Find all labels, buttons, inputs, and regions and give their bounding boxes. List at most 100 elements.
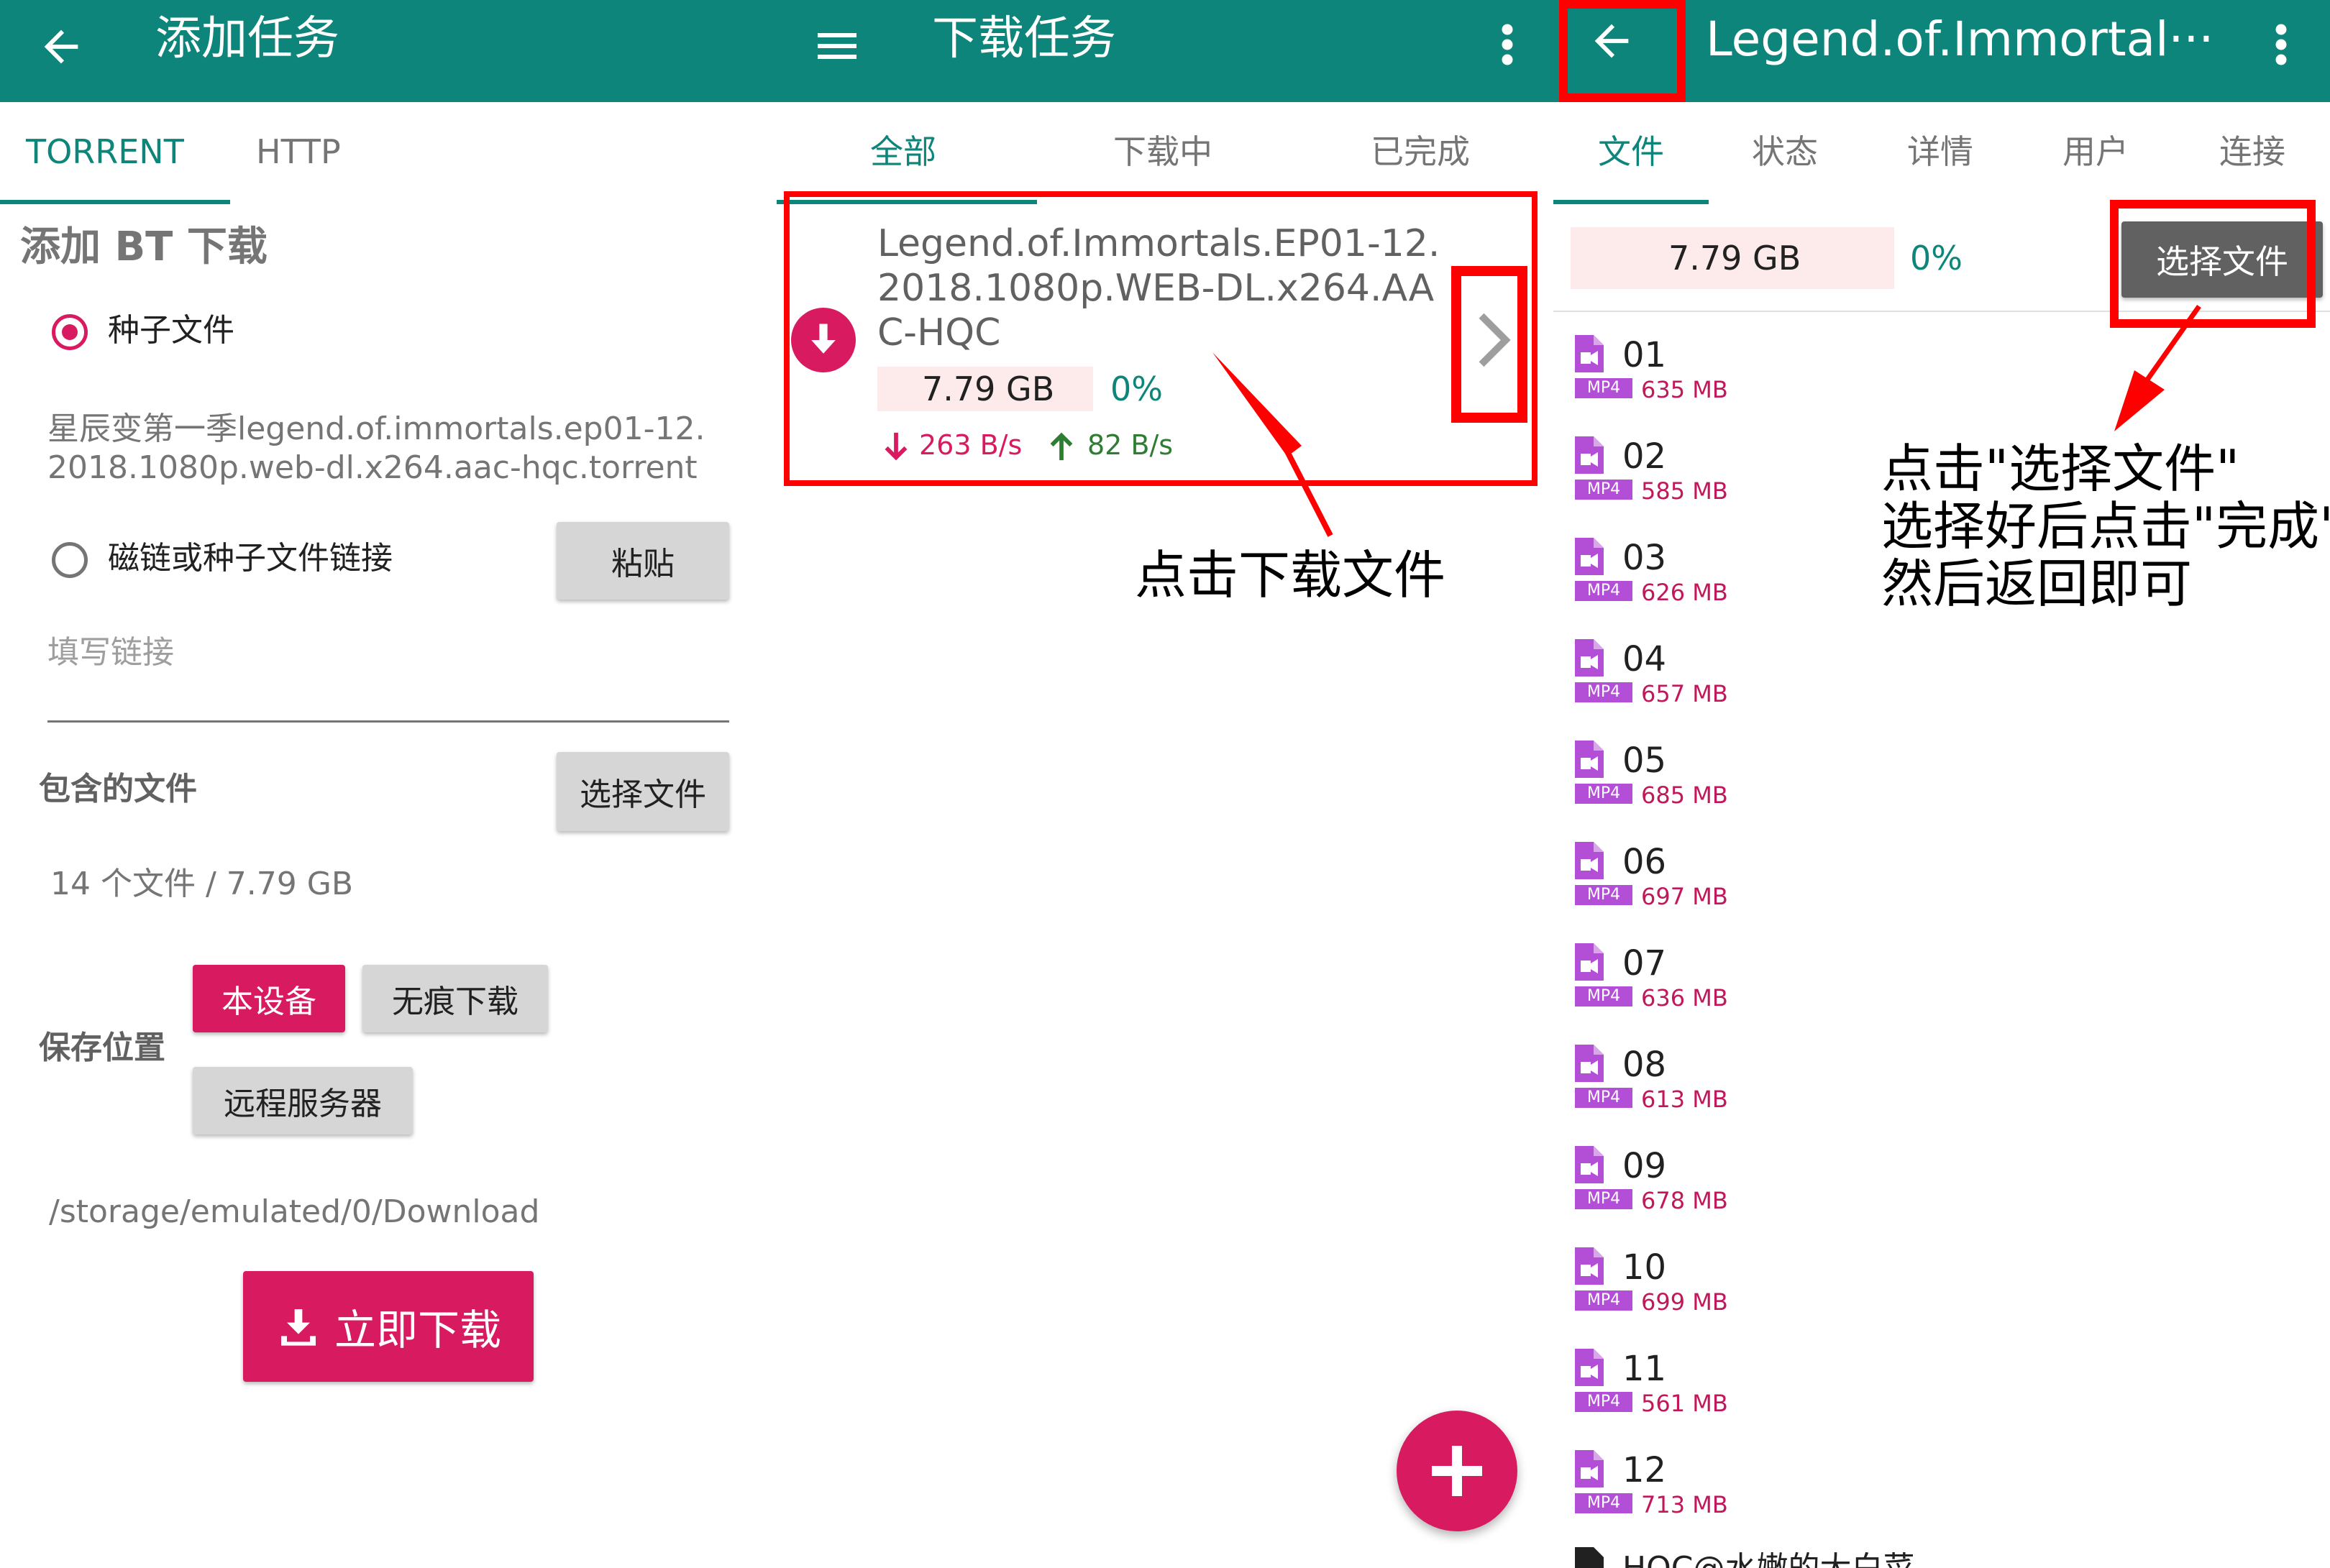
highlight-box-chevron — [1451, 266, 1527, 423]
tab-indicator — [0, 200, 230, 204]
video-file-icon — [1575, 436, 1604, 474]
plus-icon — [1432, 1446, 1482, 1496]
video-file-icon — [1575, 1045, 1604, 1082]
link-input-underline — [47, 720, 729, 723]
video-file-icon — [1575, 741, 1604, 778]
back-arrow-icon[interactable] — [36, 22, 86, 72]
file-row[interactable]: 09 MP4 678 MB — [1575, 1146, 1934, 1239]
highlight-box-task — [784, 191, 1538, 486]
page-title: 下载任务 — [932, 12, 1116, 65]
file-name: 10 — [1622, 1247, 1667, 1288]
file-size: 685 MB — [1641, 781, 1728, 809]
file-icon — [1575, 1547, 1604, 1568]
format-badge: MP4 — [1575, 378, 1632, 398]
file-name: 11 — [1622, 1349, 1667, 1389]
annotation-arrow — [2114, 304, 2201, 431]
file-size: 713 MB — [1641, 1491, 1728, 1518]
file-row[interactable]: 04 MP4 657 MB — [1575, 639, 1934, 733]
save-option-remote-server[interactable]: 远程服务器 — [193, 1067, 413, 1134]
file-row[interactable]: 02 MP4 585 MB — [1575, 436, 1934, 530]
torrent-filename: 星辰变第一季legend.of.immortals.ep01-12. 2018.… — [47, 411, 705, 486]
tab-all[interactable]: 全部 — [870, 135, 936, 168]
file-summary: 14 个文件 / 7.79 GB — [50, 866, 354, 902]
file-row[interactable]: 12 MP4 713 MB — [1575, 1450, 1934, 1544]
save-location-label: 保存位置 — [39, 1030, 165, 1066]
file-name: 02 — [1622, 436, 1667, 477]
files-progress: 0% — [1910, 239, 1963, 278]
tab-files[interactable]: 文件 — [1598, 135, 1664, 168]
tab-indicator — [1553, 200, 1709, 204]
file-row[interactable]: 11 MP4 561 MB — [1575, 1349, 1934, 1442]
more-options-icon[interactable] — [2260, 19, 2303, 65]
tab-completed[interactable]: 已完成 — [1371, 135, 1470, 168]
file-row[interactable]: 01 MP4 635 MB — [1575, 335, 1934, 428]
format-badge: MP4 — [1575, 1088, 1632, 1108]
download-path: /storage/emulated/0/Download — [49, 1193, 540, 1230]
format-badge: MP4 — [1575, 480, 1632, 500]
tab-torrent[interactable]: TORRENT — [26, 135, 184, 168]
highlight-box-back — [1559, 0, 1686, 102]
file-name: 07 — [1622, 943, 1667, 984]
file-size: 561 MB — [1641, 1390, 1728, 1417]
video-file-icon — [1575, 1450, 1604, 1487]
file-row[interactable]: 07 MP4 636 MB — [1575, 943, 1934, 1037]
paste-button[interactable]: 粘贴 — [557, 522, 729, 600]
save-option-this-device[interactable]: 本设备 — [193, 965, 345, 1032]
tab-http[interactable]: HTTP — [256, 135, 341, 168]
included-files-label: 包含的文件 — [39, 771, 197, 807]
file-size: 636 MB — [1641, 984, 1728, 1012]
download-now-label: 立即下载 — [334, 1306, 501, 1354]
file-row[interactable]: 05 MP4 685 MB — [1575, 741, 1934, 834]
torrent-file-radio[interactable] — [52, 314, 88, 350]
page-title: 添加任务 — [155, 12, 339, 65]
file-size: 697 MB — [1641, 883, 1728, 910]
file-name: HQC@水嫩的大白菜 — [1622, 1553, 1914, 1568]
annotation-tap-download: 点击下载文件 — [1135, 545, 1446, 605]
video-file-icon — [1575, 1247, 1604, 1285]
video-file-icon — [1575, 335, 1604, 372]
file-size: 678 MB — [1641, 1187, 1728, 1214]
file-name: 06 — [1622, 842, 1667, 882]
file-name: 04 — [1622, 639, 1667, 679]
format-badge: MP4 — [1575, 986, 1632, 1007]
tab-connections[interactable]: 连接 — [2219, 135, 2285, 168]
tab-downloading[interactable]: 下载中 — [1113, 135, 1212, 168]
menu-icon[interactable] — [811, 20, 863, 72]
file-row[interactable]: 10 MP4 699 MB — [1575, 1247, 1934, 1341]
tab-details[interactable]: 详情 — [1907, 135, 1973, 168]
format-badge: MP4 — [1575, 885, 1632, 905]
file-name: 03 — [1622, 538, 1667, 578]
file-size: 699 MB — [1641, 1288, 1728, 1316]
format-badge: MP4 — [1575, 1392, 1632, 1412]
torrent-file-label: 种子文件 — [108, 312, 234, 349]
video-file-icon — [1575, 1146, 1604, 1183]
file-name: 09 — [1622, 1146, 1667, 1186]
file-name: 01 — [1622, 335, 1667, 375]
add-task-fab[interactable] — [1397, 1411, 1517, 1531]
magnet-link-radio[interactable] — [52, 542, 88, 578]
video-file-icon — [1575, 538, 1604, 575]
file-row-partial[interactable]: HQC@水嫩的大白菜 — [1575, 1547, 2006, 1568]
file-row[interactable]: 08 MP4 613 MB — [1575, 1045, 1934, 1138]
file-size: 635 MB — [1641, 376, 1728, 403]
save-option-incognito[interactable]: 无痕下载 — [362, 965, 548, 1032]
file-row[interactable]: 06 MP4 697 MB — [1575, 842, 1934, 935]
file-name: 12 — [1622, 1450, 1667, 1490]
annotation-arrow — [1212, 352, 1333, 537]
format-badge: MP4 — [1575, 581, 1632, 601]
video-file-icon — [1575, 943, 1604, 981]
format-badge: MP4 — [1575, 784, 1632, 804]
more-options-icon[interactable] — [1486, 19, 1529, 65]
file-size: 585 MB — [1641, 477, 1728, 505]
tab-status[interactable]: 状态 — [1752, 135, 1818, 168]
file-name: 05 — [1622, 741, 1667, 781]
link-input[interactable]: 填写链接 — [47, 637, 174, 669]
download-now-button[interactable]: 立即下载 — [243, 1271, 534, 1382]
format-badge: MP4 — [1575, 1189, 1632, 1209]
page-title: Legend.of.Immortal··· — [1706, 12, 2214, 67]
select-files-button[interactable]: 选择文件 — [557, 752, 729, 831]
tab-peers[interactable]: 用户 — [2062, 135, 2129, 168]
file-size: 657 MB — [1641, 680, 1728, 707]
format-badge: MP4 — [1575, 1290, 1632, 1311]
file-row[interactable]: 03 MP4 626 MB — [1575, 538, 1934, 631]
